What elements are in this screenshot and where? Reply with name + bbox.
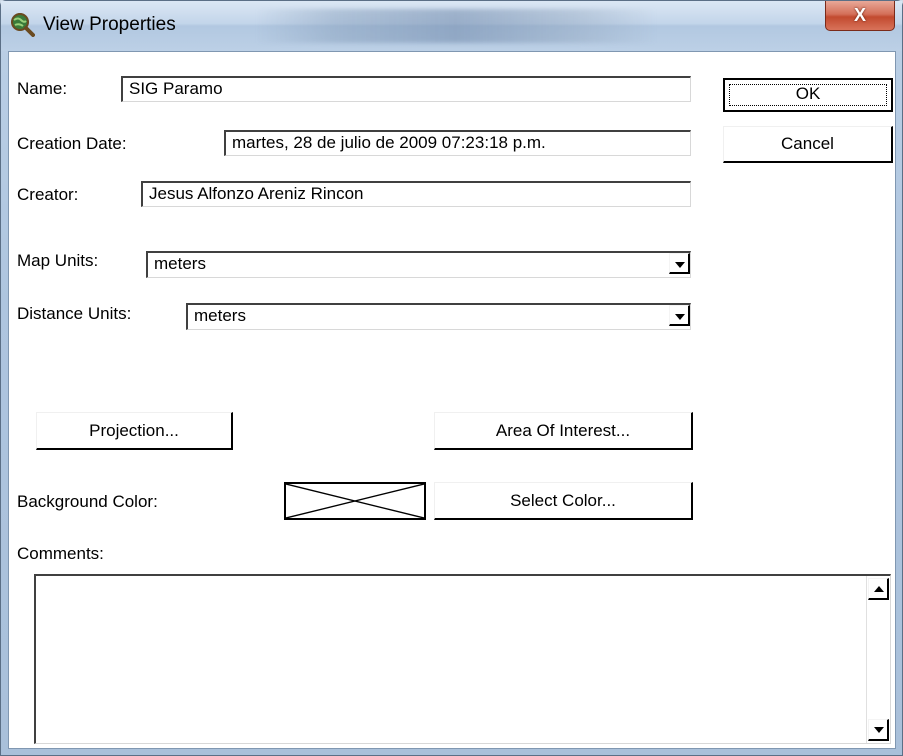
area-of-interest-button[interactable]: Area Of Interest... [434,412,693,450]
chevron-down-icon [675,262,685,268]
distance-units-dropdown-button[interactable] [669,305,690,326]
globe-magnifier-icon [11,13,35,37]
scroll-down-button[interactable] [868,719,889,741]
map-units-label: Map Units: [17,251,99,270]
scroll-up-button[interactable] [868,578,889,600]
select-color-button[interactable]: Select Color... [434,482,693,520]
ok-button[interactable]: OK [723,78,893,112]
creation-date-label: Creation Date: [17,134,127,153]
select-color-button-label: Select Color... [510,491,616,510]
title-bar-blur [256,9,656,43]
distance-units-select[interactable]: meters [186,303,691,330]
projection-button[interactable]: Projection... [36,412,233,450]
name-label: Name: [17,79,68,98]
map-units-select[interactable]: meters [146,251,691,278]
projection-button-label: Projection... [89,421,179,440]
background-color-label: Background Color: [17,492,158,511]
comments-scrollbar[interactable] [866,576,890,743]
comments-textarea[interactable] [34,574,891,744]
area-of-interest-button-label: Area Of Interest... [495,421,631,440]
chevron-down-icon [675,314,685,320]
distance-units-label: Distance Units: [17,304,132,323]
ok-button-label: OK [795,84,821,103]
map-units-dropdown-button[interactable] [669,253,690,274]
creation-date-field[interactable]: martes, 28 de julio de 2009 07:23:18 p.m… [224,130,691,156]
close-icon: X [853,5,866,25]
creator-label: Creator: [17,185,79,204]
comments-label: Comments: [17,544,104,563]
distance-units-value: meters [194,306,246,325]
background-color-swatch [284,482,426,520]
window-title: View Properties [43,14,176,35]
title-bar[interactable]: View Properties X [1,1,902,51]
cancel-button[interactable]: Cancel [723,126,893,163]
cancel-button-label: Cancel [781,134,834,153]
scroll-up-arrow-icon [874,586,884,592]
scroll-down-arrow-icon [874,727,884,733]
view-properties-window: View Properties X Name: SIG Paramo Creat… [0,0,903,756]
creator-field[interactable]: Jesus Alfonzo Areniz Rincon [141,181,691,207]
dialog-body: Name: SIG Paramo Creation Date: martes, … [8,51,896,749]
close-button[interactable]: X [825,1,895,31]
name-field[interactable]: SIG Paramo [121,76,691,102]
map-units-value: meters [154,254,206,273]
